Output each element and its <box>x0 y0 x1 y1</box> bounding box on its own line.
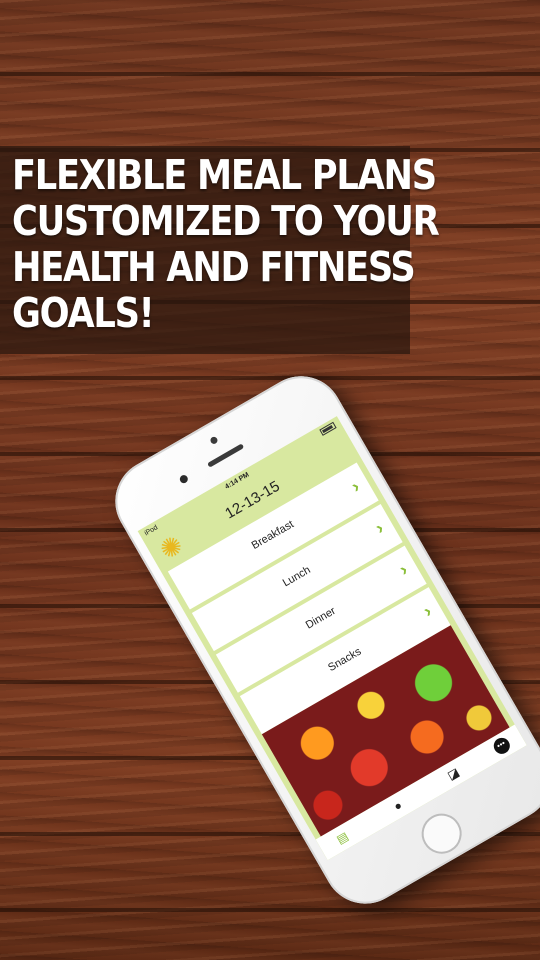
profile-icon[interactable]: ● <box>387 795 409 817</box>
meal-plan-icon[interactable]: ▤ <box>332 827 354 849</box>
sensor <box>178 473 190 485</box>
home-button[interactable] <box>414 806 469 862</box>
earpiece-speaker <box>207 443 245 468</box>
headline-line: FLEXIBLE MEAL PLANS <box>12 151 437 199</box>
basket-icon[interactable]: ◪ <box>442 763 464 785</box>
front-camera <box>209 435 219 446</box>
more-icon[interactable]: ••• <box>490 734 513 757</box>
